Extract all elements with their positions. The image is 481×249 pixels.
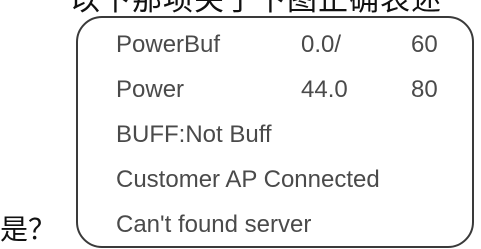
ap-connection-line: Customer AP Connected [116,166,380,193]
server-status-line: Can't found server [116,211,312,238]
question-suffix: 是？ [0,213,57,246]
powerbuf-label: PowerBuf [116,31,221,58]
power-limit: 80 [411,76,438,103]
buff-status-line: BUFF:Not Buff [116,121,272,148]
power-label: Power [116,76,185,103]
powerbuf-limit: 60 [411,31,438,58]
power-value: 44.0 [301,76,348,103]
question-text: 以下那项关于下图正确表述 [70,0,442,18]
status-display-panel: PowerBuf 0.0/ 60 Power 44.0 80 BUFF:Not … [76,16,474,248]
powerbuf-value: 0.0/ [301,31,342,58]
